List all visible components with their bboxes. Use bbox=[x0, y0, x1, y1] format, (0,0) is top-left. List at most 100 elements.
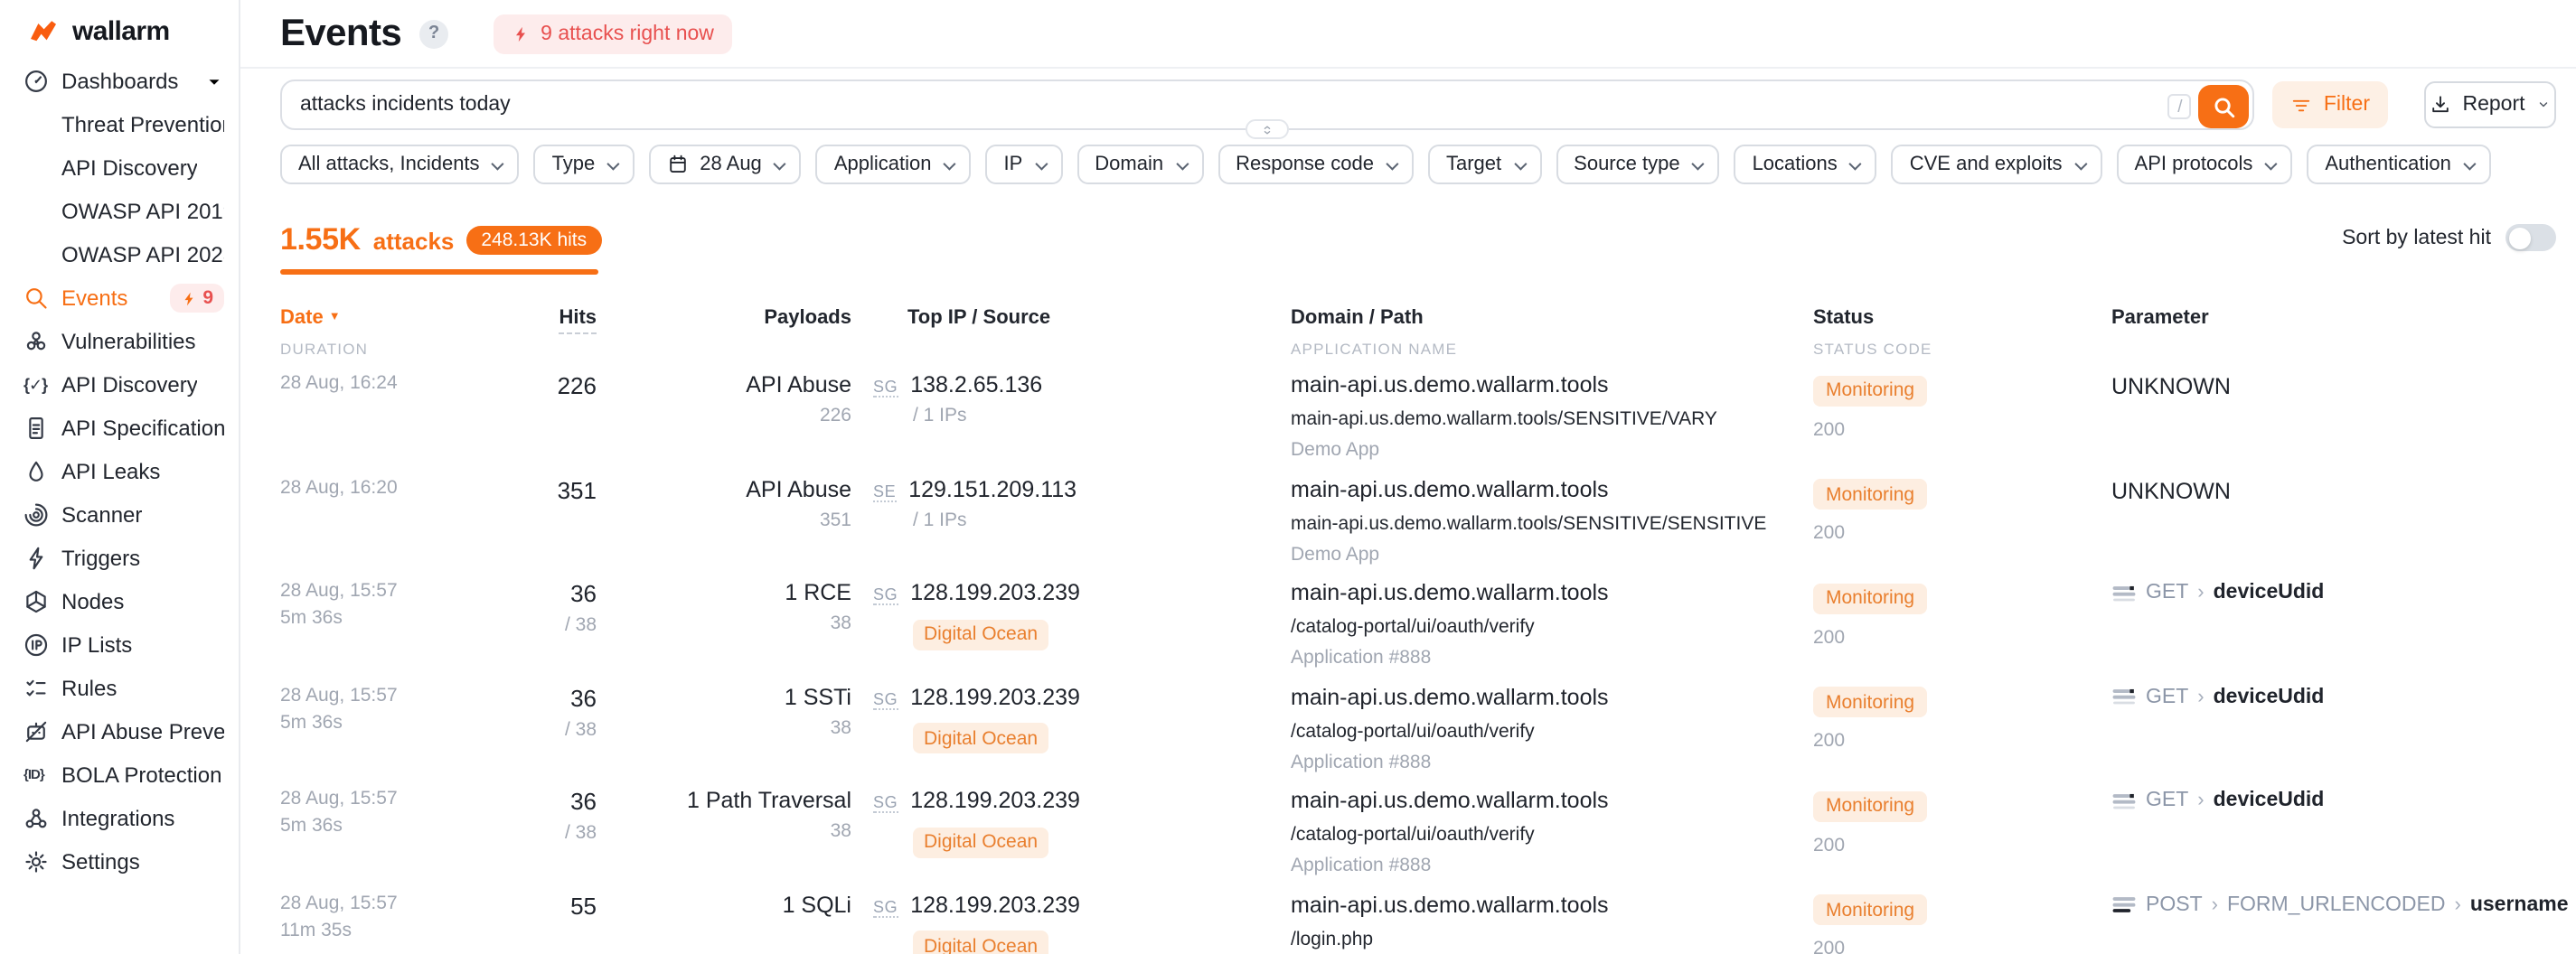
source-ip[interactable]: 128.199.203.239 bbox=[910, 580, 1080, 605]
filter-chip-locations[interactable]: Locations bbox=[1735, 145, 1877, 184]
sidebar-item-events[interactable]: Events9 bbox=[0, 276, 239, 320]
sidebar-item-label: Rules bbox=[61, 676, 117, 701]
table-row[interactable]: 28 Aug, 15:575m 36s36/ 381 Path Traversa… bbox=[280, 787, 2556, 891]
gauge-icon bbox=[24, 69, 49, 94]
sidebar-item-vulnerabilities[interactable]: Vulnerabilities bbox=[0, 320, 239, 363]
source-ip[interactable]: 128.199.203.239 bbox=[910, 893, 1080, 918]
source-ip-count: / 1 IPs bbox=[913, 509, 1291, 530]
hits-count-badge: 248.13K hits bbox=[466, 226, 601, 255]
filter-chip-28-aug[interactable]: 28 Aug bbox=[649, 145, 802, 184]
country-code[interactable]: SG bbox=[873, 794, 898, 814]
source-ip[interactable]: 129.151.209.113 bbox=[908, 476, 1076, 501]
filter-chip-source-type[interactable]: Source type bbox=[1556, 145, 1719, 184]
attacks-tab-wrap: 1.55K attacks 248.13K hits bbox=[280, 222, 601, 275]
sidebar-item-label: Scanner bbox=[61, 502, 142, 528]
source-ip[interactable]: 128.199.203.239 bbox=[910, 685, 1080, 710]
column-header-parameter[interactable]: Parameter bbox=[2111, 300, 2556, 358]
table-row[interactable]: 28 Aug, 16:24226API Abuse226SG138.2.65.1… bbox=[280, 370, 2556, 474]
hits-count: 36 bbox=[488, 789, 597, 816]
wallarm-logo[interactable]: wallarm bbox=[0, 11, 239, 51]
status-code: 200 bbox=[1813, 939, 2111, 954]
attacks-tab[interactable]: 1.55K attacks 248.13K hits bbox=[280, 222, 601, 258]
country-code[interactable]: SG bbox=[873, 690, 898, 710]
events-count: 9 bbox=[202, 287, 213, 309]
bolt-small bbox=[181, 288, 197, 308]
sidebar-item-ip-lists[interactable]: IP Lists bbox=[0, 623, 239, 667]
sidebar-item-api-discovery[interactable]: {✓}API Discovery bbox=[0, 363, 239, 407]
sidebar-item-rules[interactable]: Rules bbox=[0, 667, 239, 710]
chevron-down-icon bbox=[1175, 157, 1188, 170]
sort-toggle[interactable] bbox=[2505, 224, 2556, 251]
event-path: /catalog-portal/ui/oauth/verify bbox=[1291, 721, 1813, 743]
column-header-date[interactable]: Date▼ DURATION bbox=[280, 300, 488, 358]
sidebar-item-api-discovery[interactable]: API Discovery bbox=[0, 146, 239, 190]
sidebar-item-owasp-api-2019[interactable]: OWASP API 2019 bbox=[0, 190, 239, 233]
sidebar-item-label: API Abuse Prevention bbox=[61, 719, 224, 744]
sidebar-item-owasp-api-2023[interactable]: OWASP API 2023 bbox=[0, 233, 239, 276]
source-ip[interactable]: 128.199.203.239 bbox=[910, 789, 1080, 814]
filter-button-label: Filter bbox=[2324, 94, 2370, 116]
sidebar-item-bola-protection[interactable]: {ID}BOLA Protection bbox=[0, 753, 239, 797]
report-button[interactable]: Report bbox=[2424, 81, 2556, 128]
chevron-down-icon bbox=[1849, 157, 1862, 170]
source-ip[interactable]: 138.2.65.136 bbox=[910, 372, 1042, 398]
sidebar-item-settings[interactable]: Settings bbox=[0, 840, 239, 884]
calendar-icon bbox=[667, 154, 689, 175]
filter-button[interactable]: Filter bbox=[2273, 81, 2388, 128]
table-row[interactable]: 28 Aug, 15:5711m 35s551 SQLiSG128.199.20… bbox=[280, 891, 2556, 954]
status-badge: Monitoring bbox=[1813, 479, 1927, 510]
sidebar-item-label: Nodes bbox=[61, 589, 124, 614]
filter-chip-ip[interactable]: IP bbox=[985, 145, 1062, 184]
table-row[interactable]: 28 Aug, 15:575m 36s36/ 381 SSTi38SG128.1… bbox=[280, 683, 2556, 787]
filter-chip-api-protocols[interactable]: API protocols bbox=[2117, 145, 2293, 184]
sidebar-item-triggers[interactable]: Triggers bbox=[0, 537, 239, 580]
filter-chip-cve-and-exploits[interactable]: CVE and exploits bbox=[1892, 145, 2102, 184]
chevron-down-icon bbox=[1692, 157, 1705, 170]
request-get-icon bbox=[2111, 583, 2137, 603]
column-header-status[interactable]: Status STATUS CODE bbox=[1813, 300, 2111, 358]
sidebar-item-integrations[interactable]: Integrations bbox=[0, 797, 239, 840]
collapse-chevrons-icon bbox=[1260, 122, 1274, 136]
country-code[interactable]: SE bbox=[873, 482, 896, 501]
filter-chip-label: Source type bbox=[1574, 154, 1679, 175]
column-header-payloads[interactable]: Payloads bbox=[597, 300, 851, 358]
lightning-icon bbox=[512, 23, 530, 44]
table-row[interactable]: 28 Aug, 15:575m 36s36/ 381 RCE38SG128.19… bbox=[280, 578, 2556, 682]
column-header-hits[interactable]: Hits bbox=[488, 300, 597, 358]
country-code[interactable]: SG bbox=[873, 898, 898, 918]
payload-type: API Abuse bbox=[597, 372, 851, 398]
sidebar-item-scanner[interactable]: Scanner bbox=[0, 493, 239, 537]
filter-chip-type[interactable]: Type bbox=[534, 145, 635, 184]
sidebar-item-api-leaks[interactable]: API Leaks bbox=[0, 450, 239, 493]
collapse-filters-handle[interactable] bbox=[1246, 119, 1289, 139]
attacks-now-badge[interactable]: 9 attacks right now bbox=[494, 14, 732, 53]
attacks-count: 1.55K bbox=[280, 222, 361, 258]
help-icon[interactable]: ? bbox=[419, 19, 448, 48]
parameter-segment: GET bbox=[2146, 790, 2188, 812]
filter-chip-response-code[interactable]: Response code bbox=[1217, 145, 1414, 184]
filter-chip-application[interactable]: Application bbox=[816, 145, 972, 184]
sidebar-item-dashboards[interactable]: Dashboards bbox=[0, 60, 239, 103]
filter-chip-domain[interactable]: Domain bbox=[1076, 145, 1203, 184]
sidebar-item-api-abuse-prevention[interactable]: API Abuse Prevention bbox=[0, 710, 239, 753]
column-header-domain[interactable]: Domain / Path APPLICATION NAME bbox=[1291, 300, 1813, 358]
country-code[interactable]: SG bbox=[873, 585, 898, 605]
sidebar-item-threat-prevention[interactable]: Threat Prevention bbox=[0, 103, 239, 146]
document-icon bbox=[24, 416, 49, 441]
country-code[interactable]: SG bbox=[873, 378, 898, 398]
filter-chip-authentication[interactable]: Authentication bbox=[2307, 145, 2490, 184]
chevron-down-icon bbox=[2536, 98, 2551, 112]
sidebar-nav: DashboardsThreat PreventionAPI Discovery… bbox=[0, 60, 239, 884]
status-badge: Monitoring bbox=[1813, 895, 1927, 926]
filter-chip-target[interactable]: Target bbox=[1428, 145, 1541, 184]
event-date: 28 Aug, 15:57 bbox=[280, 893, 488, 914]
search-button[interactable] bbox=[2199, 85, 2250, 128]
sidebar-item-nodes[interactable]: Nodes bbox=[0, 580, 239, 623]
sidebar-item-api-specifications[interactable]: API Specifications bbox=[0, 407, 239, 450]
payload-type: 1 Path Traversal bbox=[597, 789, 851, 814]
status-badge: Monitoring bbox=[1813, 791, 1927, 822]
table-row[interactable]: 28 Aug, 16:20351API Abuse351SE129.151.20… bbox=[280, 474, 2556, 578]
column-header-source[interactable]: Top IP / Source bbox=[851, 300, 1291, 358]
active-tab-underline bbox=[280, 269, 598, 275]
filter-chip-all-attacks-incidents[interactable]: All attacks, Incidents bbox=[280, 145, 520, 184]
